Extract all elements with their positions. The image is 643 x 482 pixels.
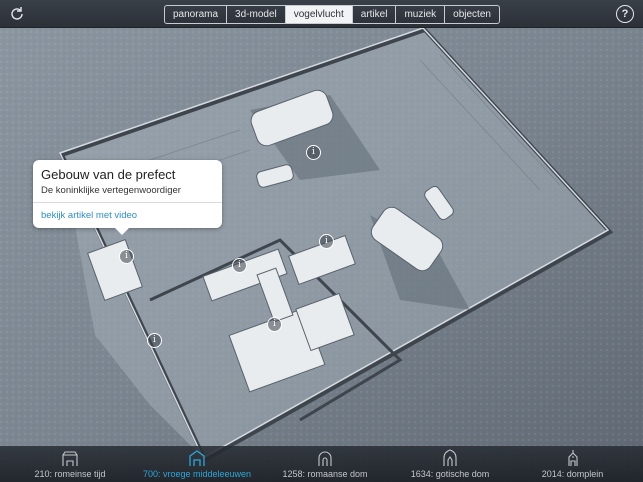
info-hotspot-icon[interactable]: i [319,234,334,249]
info-popup: Gebouw van de prefect De koninklijke ver… [33,160,222,235]
early-medieval-icon [188,449,206,467]
roman-gate-icon [61,449,79,467]
domplein-icon [564,449,582,467]
info-hotspot-icon[interactable]: i [119,249,134,264]
era-label: 1258: romaanse dom [282,469,368,479]
tab-objecten[interactable]: objecten [445,6,499,23]
era-2014[interactable]: 2014: domplein [525,446,620,482]
popup-title: Gebouw van de prefect [41,167,176,182]
info-hotspot-icon[interactable]: i [267,317,282,332]
popup-subtitle: De koninklijke vertegenwoordiger [41,185,181,196]
era-label: 210: romeinse tijd [34,469,106,479]
era-1258[interactable]: 1258: romaanse dom [270,446,380,482]
refresh-icon[interactable] [9,6,25,22]
era-1634[interactable]: 1634: gotische dom [400,446,500,482]
era-label: 1634: gotische dom [410,469,490,479]
top-bar: panorama 3d-model vogelvlucht artikel mu… [0,0,643,28]
romanesque-arch-icon [316,449,334,467]
popup-divider [33,202,222,203]
tab-vogelvlucht[interactable]: vogelvlucht [285,6,353,23]
help-icon[interactable]: ? [616,5,634,23]
era-210[interactable]: 210: romeinse tijd [20,446,120,482]
gothic-arch-icon [441,449,459,467]
timeline-bar: 210: romeinse tijd 700: vroege middeleeu… [0,446,643,482]
era-700[interactable]: 700: vroege middeleeuwen [132,446,262,482]
info-hotspot-icon[interactable]: i [232,258,247,273]
era-label: 700: vroege middeleeuwen [142,469,252,479]
tab-panorama[interactable]: panorama [165,6,228,23]
view-mode-tabs: panorama 3d-model vogelvlucht artikel mu… [164,5,500,24]
info-hotspot-icon[interactable]: i [306,145,321,160]
tab-muziek[interactable]: muziek [396,6,446,23]
info-hotspot-icon[interactable]: i [147,333,162,348]
tab-3d-model[interactable]: 3d-model [227,6,286,23]
article-video-link[interactable]: bekijk artikel met video [41,210,137,221]
era-label: 2014: domplein [541,469,604,479]
tab-artikel[interactable]: artikel [353,6,397,23]
